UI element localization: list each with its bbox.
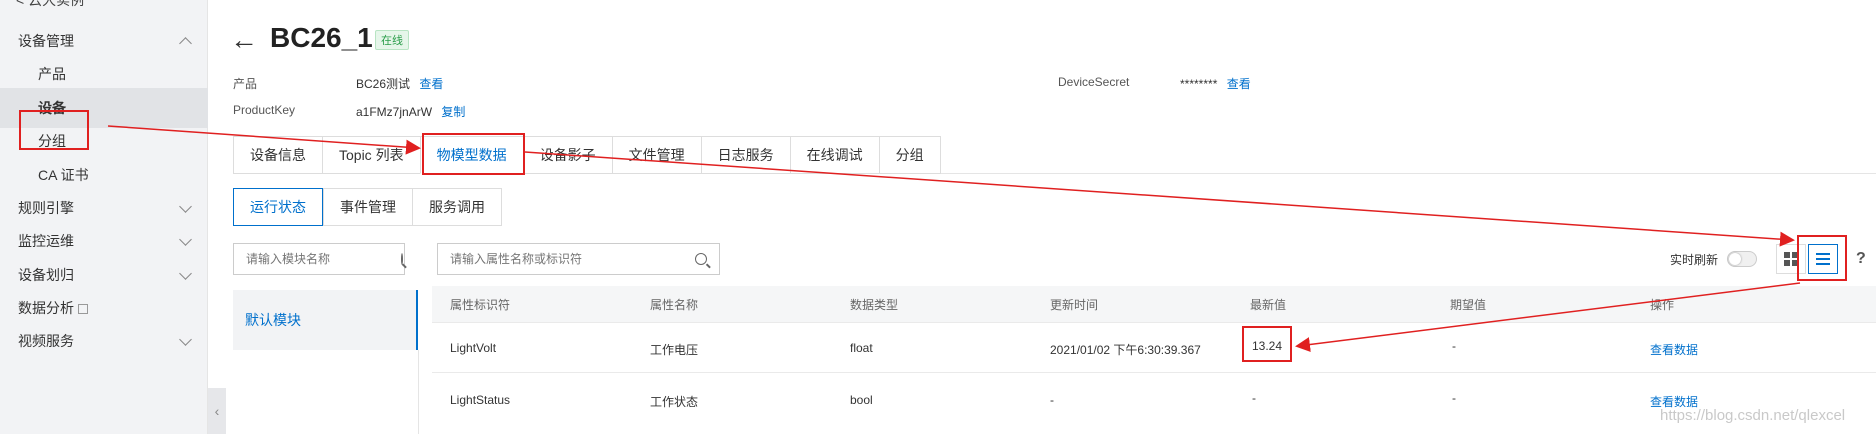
devicesecret-text: ******** bbox=[1180, 77, 1218, 91]
sidebar-group-label: 规则引擎 bbox=[18, 200, 74, 216]
cell-latest-value: - bbox=[1252, 391, 1256, 405]
page-title: BC26_1 bbox=[270, 22, 373, 53]
cell-update-time: - bbox=[1050, 393, 1054, 407]
status-badge: 在线 bbox=[375, 30, 409, 50]
cell-identifier: LightStatus bbox=[450, 393, 511, 407]
realtime-refresh-toggle[interactable] bbox=[1727, 251, 1757, 267]
sub-tabs: 运行状态 事件管理 服务调用 bbox=[233, 188, 502, 226]
panel-divider bbox=[418, 350, 419, 434]
col-name: 属性名称 bbox=[650, 298, 699, 312]
sidebar-group-label: 视频服务 bbox=[18, 333, 74, 349]
cell-name: 工作电压 bbox=[650, 343, 699, 357]
sidebar: < 云大实例 设备管理 产品 设备 分组 CA 证书 规则引擎 监控运维 设备划… bbox=[0, 0, 208, 434]
subtab-event-management[interactable]: 事件管理 bbox=[323, 188, 412, 226]
realtime-refresh-label: 实时刷新 bbox=[1670, 253, 1719, 267]
main-tabs: 设备信息 Topic 列表 物模型数据 设备影子 文件管理 日志服务 在线调试 … bbox=[233, 136, 941, 174]
annotation-box-device bbox=[19, 110, 89, 150]
tab-log-service[interactable]: 日志服务 bbox=[700, 136, 790, 174]
subtab-runtime-status[interactable]: 运行状态 bbox=[233, 188, 323, 226]
chevron-down-icon bbox=[179, 332, 192, 346]
annotation-box-latest-value bbox=[1242, 326, 1292, 362]
module-search bbox=[233, 243, 405, 275]
tab-topic-list[interactable]: Topic 列表 bbox=[322, 136, 420, 174]
sidebar-item-label: CA 证书 bbox=[38, 167, 89, 183]
sidebar-item-label: 产品 bbox=[38, 66, 66, 82]
productkey-text: a1FMz7jnArW bbox=[356, 105, 433, 119]
subtab-service-invocation[interactable]: 服务调用 bbox=[412, 188, 502, 226]
help-icon[interactable]: ? bbox=[1856, 250, 1866, 268]
product-name: BC26测试 bbox=[356, 77, 411, 91]
property-search bbox=[437, 243, 720, 275]
view-data-link[interactable]: 查看数据 bbox=[1650, 341, 1698, 358]
tab-online-debug[interactable]: 在线调试 bbox=[789, 136, 879, 174]
sidebar-collapse-button[interactable]: ‹ bbox=[208, 388, 226, 434]
toggle-knob bbox=[1729, 253, 1741, 265]
annotation-box-thing-model-tab bbox=[422, 133, 525, 175]
watermark: https://blog.csdn.net/qlexcel bbox=[1660, 407, 1846, 424]
search-icon[interactable] bbox=[401, 253, 403, 265]
sidebar-back-link[interactable]: < 云大实例 bbox=[16, 0, 84, 10]
col-update-time: 更新时间 bbox=[1050, 298, 1099, 312]
cell-expected-value: - bbox=[1452, 391, 1456, 405]
tab-group[interactable]: 分组 bbox=[878, 136, 941, 174]
module-active-indicator bbox=[416, 290, 418, 350]
productkey-label: ProductKey bbox=[233, 103, 296, 117]
cell-update-time: 2021/01/02 下午6:30:39.367 bbox=[1050, 343, 1201, 357]
tab-device-shadow[interactable]: 设备影子 bbox=[522, 136, 612, 174]
grid-icon bbox=[1784, 252, 1798, 266]
external-link-icon bbox=[78, 304, 88, 314]
module-item-default[interactable]: 默认模块 bbox=[245, 310, 301, 330]
col-type: 数据类型 bbox=[850, 298, 899, 312]
cell-name: 工作状态 bbox=[650, 395, 699, 409]
chevron-up-icon bbox=[179, 36, 192, 50]
cell-expected-value: - bbox=[1452, 339, 1456, 353]
sidebar-group-label: 设备划归 bbox=[18, 267, 74, 283]
col-identifier: 属性标识符 bbox=[450, 298, 511, 312]
productkey-value: a1FMz7jnArW 复制 bbox=[356, 103, 465, 120]
back-arrow-icon[interactable]: ← bbox=[230, 24, 258, 56]
col-actions: 操作 bbox=[1650, 298, 1675, 312]
devicesecret-label: DeviceSecret bbox=[1058, 75, 1130, 89]
row-divider bbox=[432, 322, 1876, 323]
view-secret-link[interactable]: 查看 bbox=[1227, 77, 1251, 91]
search-icon[interactable] bbox=[695, 253, 707, 265]
sidebar-group-label-wrap: 数据分析 bbox=[18, 298, 88, 318]
col-latest-value: 最新值 bbox=[1250, 298, 1287, 312]
chevron-down-icon bbox=[179, 266, 192, 280]
chevron-down-icon bbox=[179, 199, 192, 213]
sidebar-group-label: 监控运维 bbox=[18, 233, 74, 249]
devicesecret-value: ******** 查看 bbox=[1180, 75, 1251, 92]
view-product-link[interactable]: 查看 bbox=[419, 77, 443, 91]
row-divider bbox=[432, 372, 1876, 373]
sidebar-group-label: 数据分析 bbox=[18, 300, 74, 316]
sidebar-group-label: 设备管理 bbox=[18, 33, 74, 49]
tab-file-management[interactable]: 文件管理 bbox=[611, 136, 701, 174]
product-value: BC26测试 查看 bbox=[356, 75, 443, 92]
cell-type: bool bbox=[850, 393, 873, 407]
cell-identifier: LightVolt bbox=[450, 341, 497, 355]
cell-type: float bbox=[850, 341, 873, 355]
sidebar-group-video-service[interactable]: 视频服务 bbox=[0, 321, 208, 361]
chevron-down-icon bbox=[179, 232, 192, 246]
tab-device-info[interactable]: 设备信息 bbox=[233, 136, 322, 174]
col-expected-value: 期望值 bbox=[1450, 298, 1487, 312]
module-search-input[interactable] bbox=[246, 252, 401, 266]
property-search-input[interactable] bbox=[450, 252, 695, 266]
annotation-box-list-view bbox=[1797, 235, 1847, 281]
copy-productkey-link[interactable]: 复制 bbox=[441, 105, 465, 119]
product-label: 产品 bbox=[233, 77, 258, 91]
